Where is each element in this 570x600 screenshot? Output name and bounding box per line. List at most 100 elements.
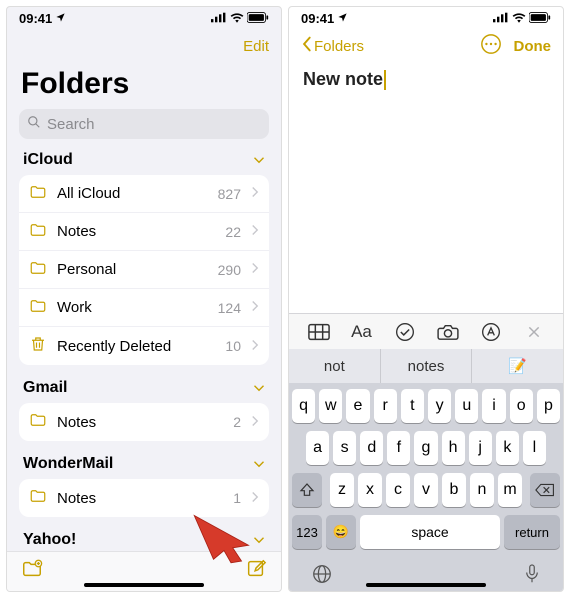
key-b[interactable]: b [442,473,466,507]
folder-label: Notes [57,414,223,431]
new-folder-button[interactable] [21,558,43,585]
keyboard: qwertyuiop asdfghjkl zxcvbnm 123 😄 space… [289,383,563,561]
section-title: Gmail [23,379,67,397]
folder-label: Recently Deleted [57,338,215,355]
folder-label: Notes [57,223,215,240]
camera-button[interactable] [433,318,463,346]
shift-key[interactable] [292,473,322,507]
emoji-key[interactable]: 😄 [326,515,356,549]
folder-section: Gmail Notes 2 [19,379,269,441]
cellular-icon [493,11,509,26]
table-button[interactable] [304,318,334,346]
folder-row[interactable]: Recently Deleted 10 [19,327,269,365]
key-s[interactable]: s [333,431,356,465]
key-p[interactable]: p [537,389,560,423]
key-x[interactable]: x [358,473,382,507]
globe-key[interactable] [311,563,333,590]
suggestion-2[interactable]: notes [381,349,473,383]
key-w[interactable]: w [319,389,342,423]
done-button[interactable]: Done [514,38,552,55]
new-note-button[interactable] [245,558,267,585]
dictation-key[interactable] [523,563,541,590]
key-k[interactable]: k [496,431,519,465]
markup-button[interactable] [476,318,506,346]
battery-icon [247,11,269,26]
chevron-right-icon [251,490,259,507]
key-i[interactable]: i [482,389,505,423]
numeric-key[interactable]: 123 [292,515,322,549]
search-icon [27,115,41,133]
backspace-key[interactable] [530,473,560,507]
folder-row[interactable]: Notes1 [19,479,269,517]
key-h[interactable]: h [442,431,465,465]
section-header[interactable]: WonderMail [19,455,269,479]
folder-row[interactable]: Personal290 [19,251,269,289]
folder-icon [29,259,47,281]
checklist-button[interactable] [390,318,420,346]
section-header[interactable]: iCloud [19,151,269,175]
key-m[interactable]: m [498,473,522,507]
folder-section: iCloudAll iCloud827Notes22Personal290Wor… [19,151,269,365]
key-n[interactable]: n [470,473,494,507]
home-indicator[interactable] [84,583,204,587]
key-j[interactable]: j [469,431,492,465]
section-title: Yahoo! [23,531,76,549]
key-t[interactable]: t [401,389,424,423]
search-input[interactable]: Search [19,109,269,139]
folder-scroll[interactable]: Folders Search iCloud All iCloud827 Notes 2… [7,63,281,591]
key-o[interactable]: o [510,389,533,423]
back-button[interactable]: Folders [301,36,364,56]
key-z[interactable]: z [330,473,354,507]
folders-screen: 09:41 Edit Folders Search [6,6,282,592]
status-time: 09:41 [19,11,52,26]
note-editor[interactable]: New note [289,63,563,313]
folder-icon [29,183,47,205]
close-toolbar-button[interactable] [519,318,549,346]
folder-count: 1 [233,490,241,506]
folder-count: 827 [218,186,241,202]
folder-label: Work [57,299,208,316]
text-format-button[interactable]: Aa [347,318,377,346]
folder-count: 22 [225,224,241,240]
status-bar: 09:41 [289,7,563,29]
folder-row[interactable]: All iCloud827 [19,175,269,213]
return-key[interactable]: return [504,515,560,549]
key-a[interactable]: a [306,431,329,465]
space-key[interactable]: space [360,515,500,549]
key-q[interactable]: q [292,389,315,423]
text-cursor [384,70,386,90]
suggestion-3[interactable]: 📝 [472,349,563,383]
folder-row[interactable]: Notes 22 [19,213,269,251]
more-button[interactable] [480,33,502,59]
folder-count: 2 [233,414,241,430]
keyboard-toolbar: Aa [289,313,563,349]
folder-label: Personal [57,261,208,278]
note-title-text: New note [303,69,383,89]
page-title: Folders [7,63,281,109]
folder-row[interactable]: Notes 2 [19,403,269,441]
section-title: iCloud [23,151,73,169]
section-header[interactable]: Gmail [19,379,269,403]
key-v[interactable]: v [414,473,438,507]
key-l[interactable]: l [523,431,546,465]
edit-button[interactable]: Edit [243,38,269,55]
suggestion-1[interactable]: not [289,349,381,383]
cellular-icon [211,11,227,26]
chevron-right-icon [251,414,259,431]
chevron-right-icon [251,185,259,202]
key-u[interactable]: u [455,389,478,423]
key-c[interactable]: c [386,473,410,507]
folder-icon [29,221,47,243]
chevron-left-icon [301,36,312,56]
chevron-down-icon [253,455,265,473]
folder-count: 10 [225,338,241,354]
key-e[interactable]: e [346,389,369,423]
key-y[interactable]: y [428,389,451,423]
location-arrow-icon [55,11,66,26]
key-g[interactable]: g [414,431,437,465]
key-f[interactable]: f [387,431,410,465]
key-d[interactable]: d [360,431,383,465]
folder-row[interactable]: Work124 [19,289,269,327]
key-r[interactable]: r [374,389,397,423]
home-indicator[interactable] [366,583,486,587]
